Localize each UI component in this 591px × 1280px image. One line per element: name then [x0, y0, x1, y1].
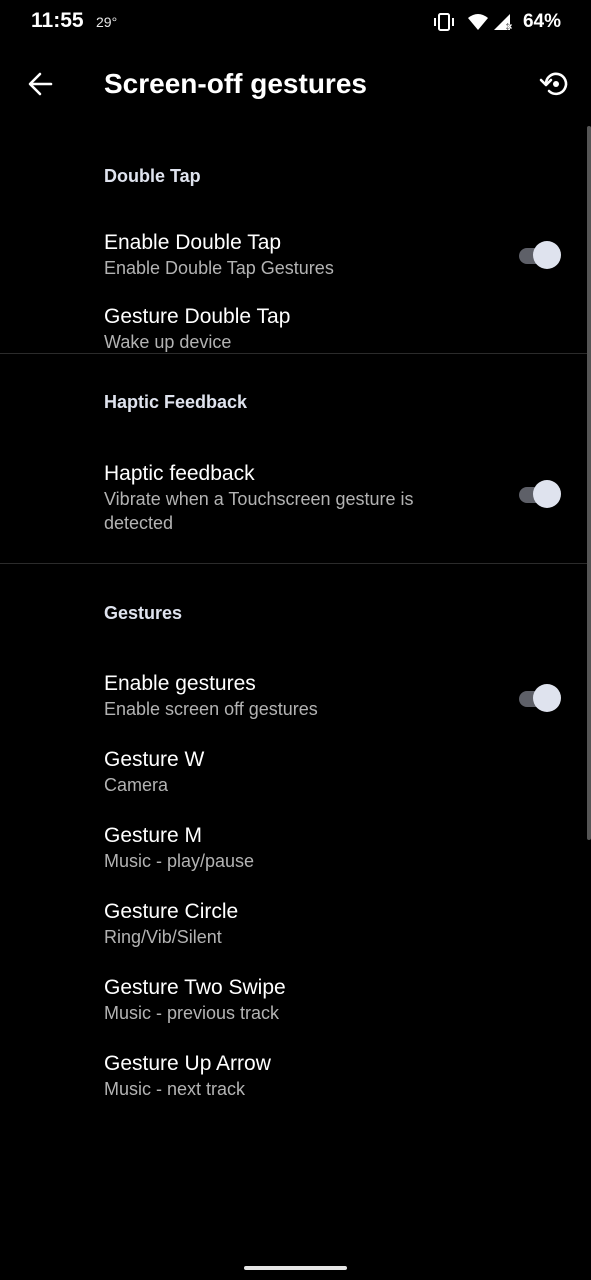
pref-title: Gesture Circle — [104, 900, 239, 923]
pref-gesture-up-arrow[interactable]: Gesture Up Arrow Music - next track — [0, 1029, 591, 1099]
pref-summary-line-2: detected — [104, 513, 174, 533]
status-bar: 11:55 29° 64% — [0, 0, 591, 46]
pref-enable-gestures[interactable]: Enable gestures Enable screen off gestur… — [0, 649, 591, 725]
switch-thumb — [533, 241, 561, 269]
pref-summary: Enable screen off gestures — [104, 699, 318, 719]
pref-title: Enable gestures — [104, 672, 256, 695]
pref-title: Haptic feedback — [104, 462, 255, 485]
battery-percentage: 64% — [522, 11, 561, 32]
pref-summary: Enable Double Tap Gestures — [104, 258, 334, 278]
pref-summary: Music - play/pause — [104, 851, 255, 871]
pref-title: Gesture W — [104, 748, 205, 771]
pref-summary: Music - previous track — [104, 1003, 280, 1023]
gesture-nav-handle[interactable] — [244, 1266, 347, 1270]
pref-title: Gesture Two Swipe — [104, 976, 286, 999]
category-title: Double Tap — [104, 166, 201, 186]
signal-icon — [493, 13, 513, 31]
pref-summary: Camera — [104, 775, 169, 795]
category-double-tap: Double Tap Enable Double Tap Enable Doub… — [0, 122, 591, 354]
pref-enable-double-tap[interactable]: Enable Double Tap Enable Double Tap Gest… — [0, 206, 591, 280]
pref-title: Gesture M — [104, 824, 203, 847]
enable-gestures-switch[interactable] — [517, 683, 563, 713]
app-bar: Screen-off gestures — [0, 50, 591, 122]
pref-haptic-feedback[interactable]: Haptic feedback Vibrate when a Touchscre… — [0, 438, 591, 548]
pref-title: Gesture Up Arrow — [104, 1052, 271, 1075]
status-time: 11:55 — [31, 9, 84, 32]
status-icons: 64% — [433, 8, 561, 36]
settings-list: Double Tap Enable Double Tap Enable Doub… — [0, 122, 591, 1099]
category-gestures: Gestures Enable gestures Enable screen o… — [0, 564, 591, 1099]
pref-gesture-w[interactable]: Gesture W Camera — [0, 725, 591, 801]
status-temperature: 29° — [96, 14, 118, 30]
enable-double-tap-switch[interactable] — [517, 240, 563, 270]
reset-button[interactable] — [535, 66, 575, 106]
category-haptic-feedback: Haptic Feedback Haptic feedback Vibrate … — [0, 354, 591, 564]
category-title: Haptic Feedback — [104, 392, 248, 412]
pref-gesture-double-tap[interactable]: Gesture Double Tap Wake up device — [0, 280, 591, 354]
switch-thumb — [533, 684, 561, 712]
pref-summary: Wake up device — [104, 332, 232, 352]
restore-icon — [539, 68, 571, 105]
switch-thumb — [533, 480, 561, 508]
pref-gesture-m[interactable]: Gesture M Music - play/pause — [0, 801, 591, 877]
pref-title: Enable Double Tap — [104, 231, 282, 254]
page-title: Screen-off gestures — [104, 68, 367, 99]
pref-gesture-circle[interactable]: Gesture Circle Ring/Vib/Silent — [0, 877, 591, 953]
category-title: Gestures — [104, 603, 183, 623]
pref-title: Gesture Double Tap — [104, 305, 291, 328]
vibrate-icon — [433, 12, 455, 32]
scrollbar[interactable] — [587, 126, 591, 840]
pref-summary: Music - next track — [104, 1079, 246, 1099]
arrow-back-icon — [27, 71, 53, 102]
pref-gesture-two-swipe[interactable]: Gesture Two Swipe Music - previous track — [0, 953, 591, 1029]
back-button[interactable] — [20, 66, 60, 106]
pref-summary-line-1: Vibrate when a Touchscreen gesture is — [104, 489, 414, 509]
haptic-feedback-switch[interactable] — [517, 479, 563, 509]
pref-summary: Ring/Vib/Silent — [104, 927, 222, 947]
wifi-icon — [467, 13, 489, 31]
